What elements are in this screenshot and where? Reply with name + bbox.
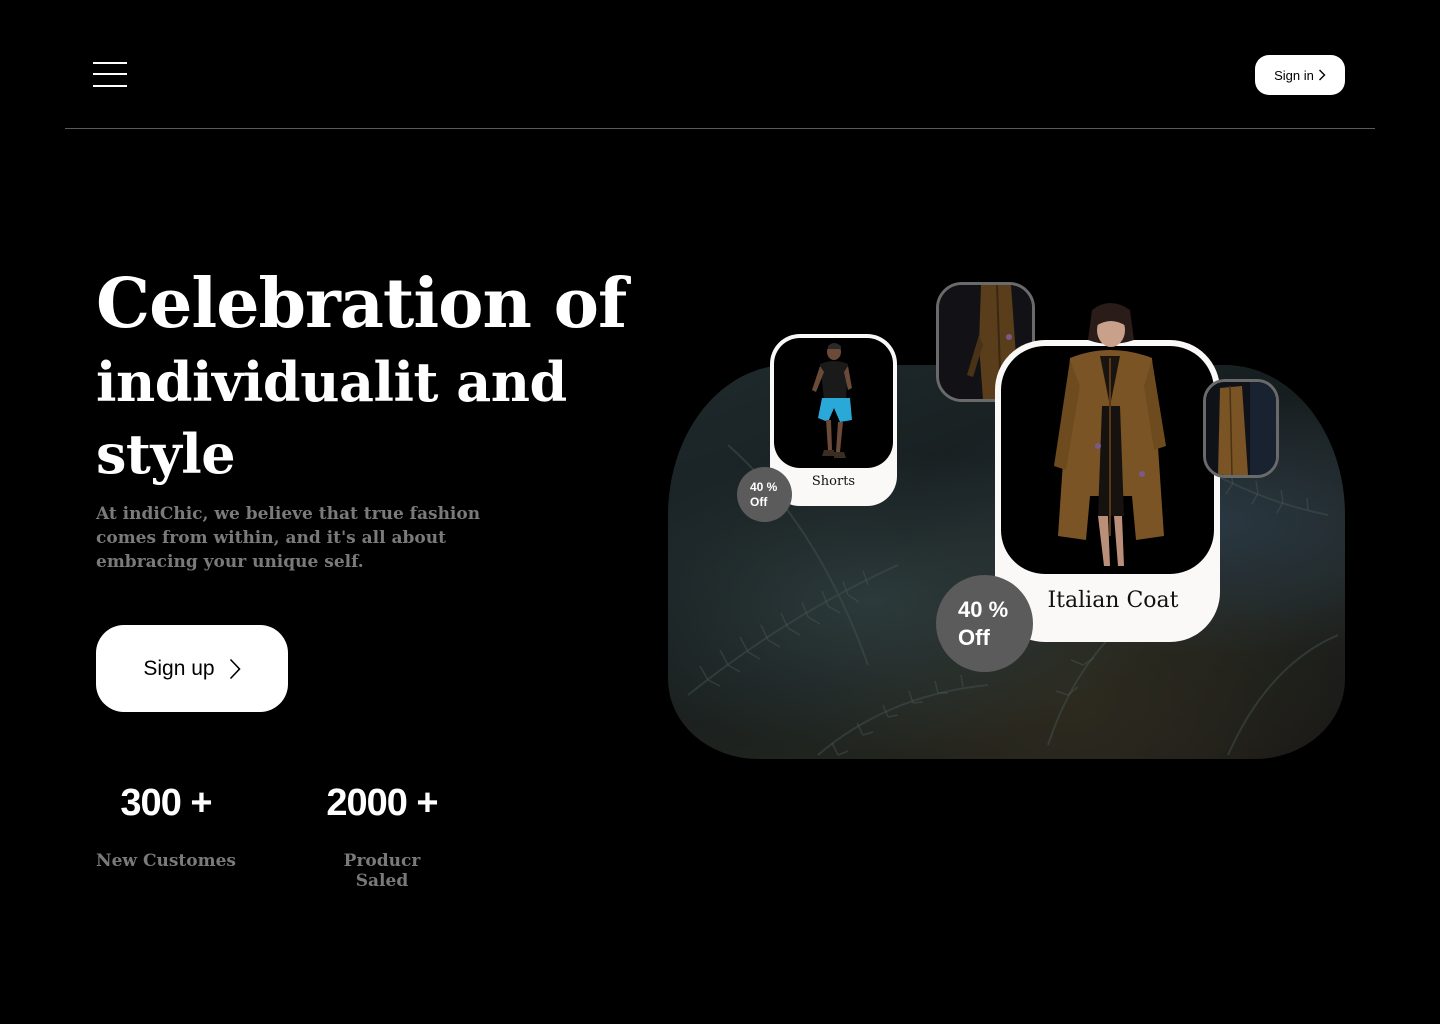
person-shorts-illustration [812, 343, 852, 458]
hero-title: Celebration of individualit and style [96, 262, 627, 490]
woman-coat-illustration [1054, 303, 1166, 566]
coat-thumbnail-2[interactable] [1203, 379, 1279, 478]
stat-products-sold: 2000 + Producr Saled [316, 782, 448, 891]
chevron-right-icon [1318, 69, 1326, 81]
stat-value: 2000 + [326, 782, 438, 824]
hero-title-line-2: individualit and [96, 350, 567, 414]
hero-title-line-3: style [96, 422, 236, 486]
product-image-shorts [774, 338, 893, 468]
discount-suffix: Off [958, 624, 990, 650]
chevron-right-icon [229, 658, 241, 679]
sign-in-button[interactable]: Sign in [1255, 55, 1345, 95]
coat-side-image [1206, 382, 1276, 475]
discount-value: 40 % [750, 479, 778, 494]
landing-page: Sign in Celebration of individualit and … [0, 0, 1440, 1024]
sign-up-label: Sign up [143, 656, 215, 680]
hamburger-menu-icon[interactable] [93, 62, 127, 88]
stat-value: 300 + [120, 782, 212, 824]
product-name: Italian Coat [1047, 588, 1179, 613]
header-divider [65, 128, 1375, 129]
stat-label: New Customes [96, 851, 236, 871]
sign-up-button[interactable]: Sign up [96, 625, 288, 712]
discount-value: 40 % [958, 596, 1009, 622]
discount-suffix: Off [750, 494, 768, 509]
stat-new-customers: 300 + New Customes [96, 782, 236, 871]
sign-in-label: Sign in [1274, 67, 1314, 83]
hero-description: At indiChic, we believe that true fashio… [96, 504, 481, 572]
discount-badge-italian-coat: 40 % Off [936, 575, 1033, 672]
stat-label: Producr Saled [343, 851, 421, 891]
hero-title-line-1: Celebration of [96, 264, 627, 344]
discount-badge-shorts: 40 % Off [737, 467, 792, 522]
